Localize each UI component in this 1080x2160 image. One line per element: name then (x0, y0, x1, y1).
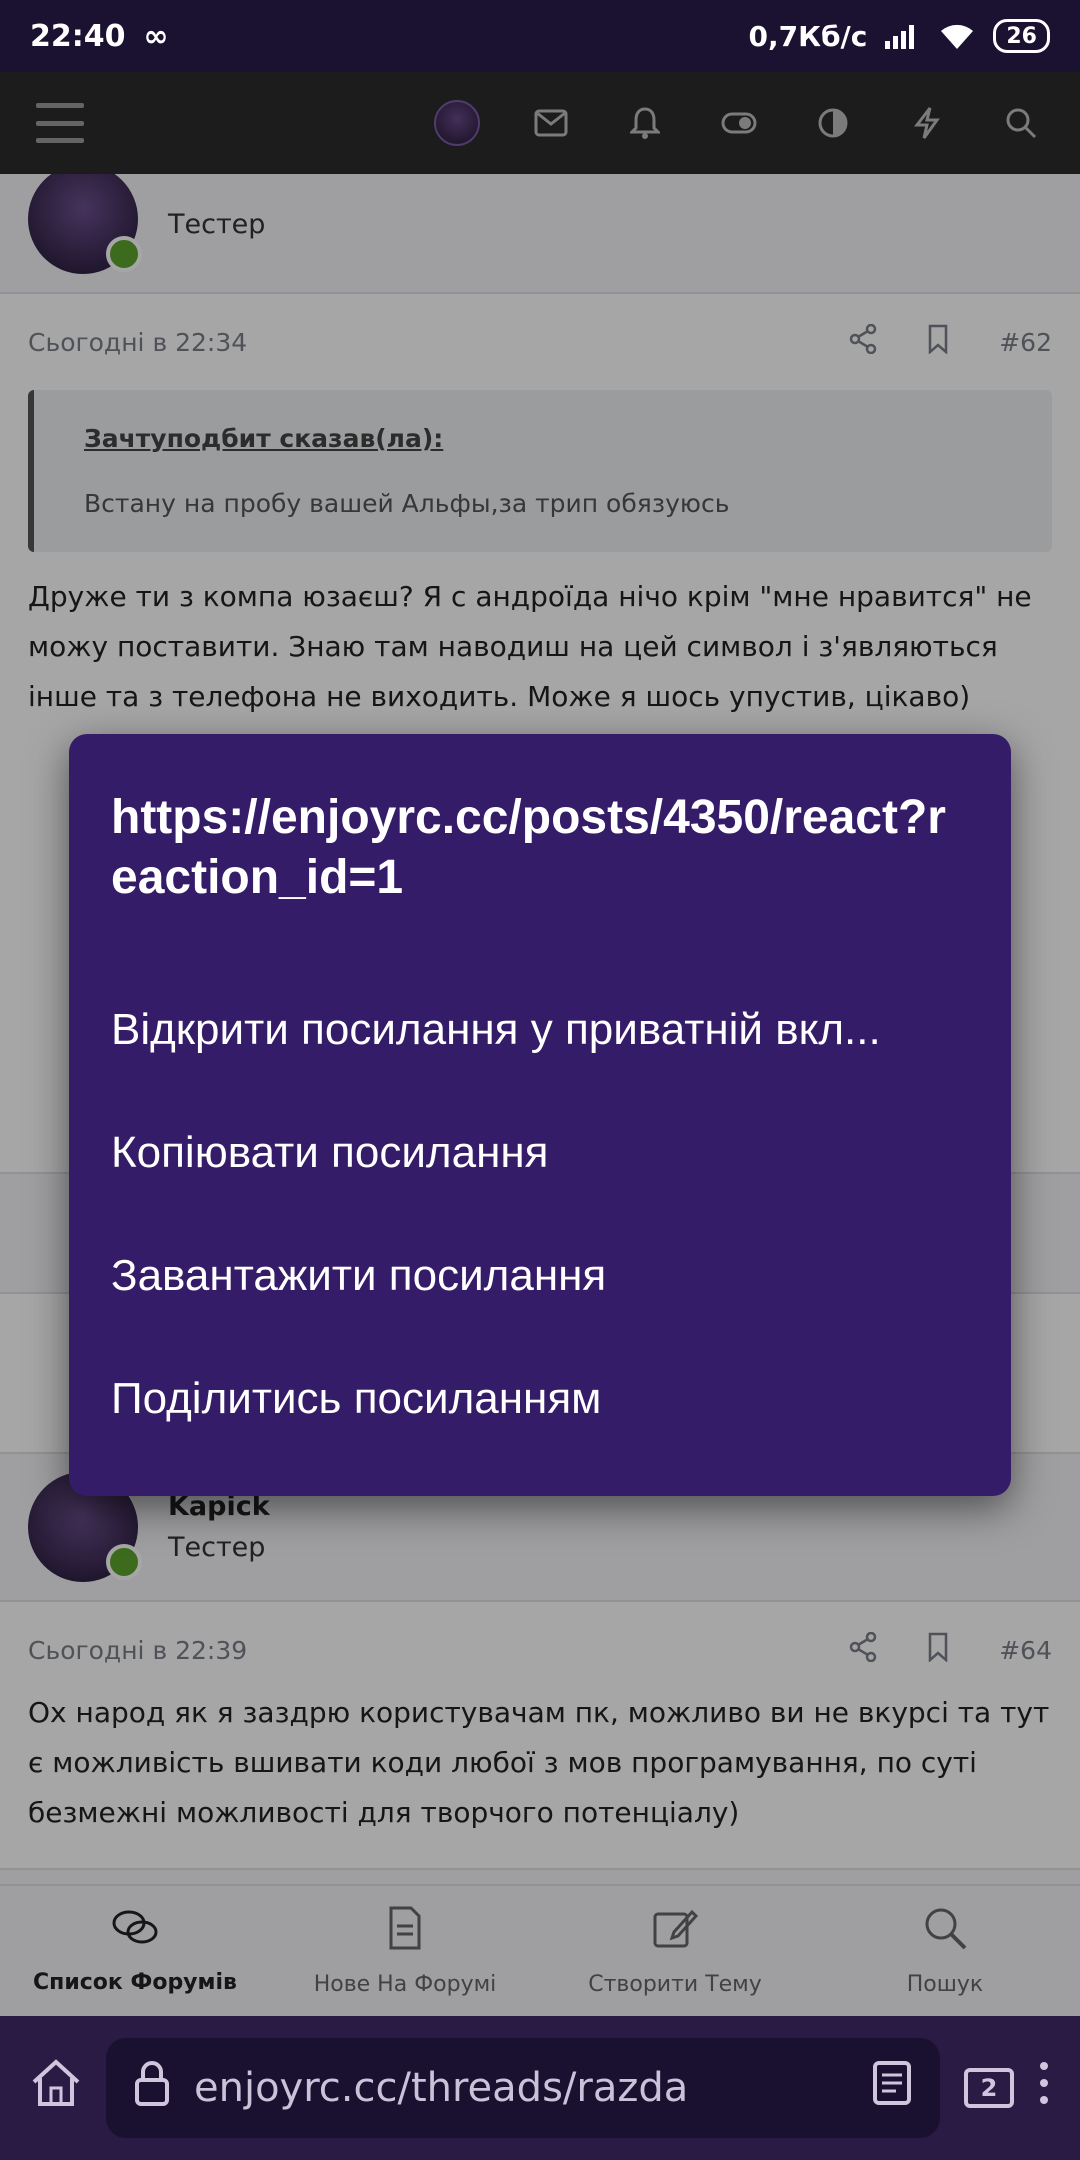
more-menu-icon[interactable] (1038, 2060, 1050, 2117)
reader-mode-icon[interactable] (872, 2060, 912, 2116)
link-context-menu: https://enjoyrc.cc/posts/4350/react?reac… (69, 734, 1011, 1496)
tabs-count-button[interactable]: 2 (964, 2068, 1014, 2108)
clock: 22:40 (30, 18, 126, 54)
signal-icon (885, 25, 915, 49)
menu-item-copy-link[interactable]: Копіювати посилання (111, 1091, 969, 1214)
infinity-icon: ∞ (143, 18, 169, 54)
network-speed: 0,7Кб/с (748, 19, 868, 53)
menu-item-share-link[interactable]: Поділитись посиланням (111, 1337, 969, 1460)
menu-item-open-private[interactable]: Відкрити посилання у приватній вкл... (111, 968, 969, 1091)
home-icon[interactable] (30, 2058, 82, 2119)
url-text[interactable]: enjoyrc.cc/threads/razdа (194, 2065, 848, 2111)
browser-toolbar: enjoyrc.cc/threads/razdа 2 (0, 2016, 1080, 2160)
wifi-icon (941, 24, 974, 49)
link-url-title: https://enjoyrc.cc/posts/4350/react?reac… (111, 791, 946, 904)
status-bar: 22:40 ∞ 0,7Кб/с 26 (0, 0, 1080, 72)
battery-icon: 26 (993, 19, 1050, 53)
address-bar[interactable]: enjoyrc.cc/threads/razdа (106, 2038, 940, 2138)
lock-icon (134, 2060, 170, 2116)
menu-item-download-link[interactable]: Завантажити посилання (111, 1214, 969, 1337)
